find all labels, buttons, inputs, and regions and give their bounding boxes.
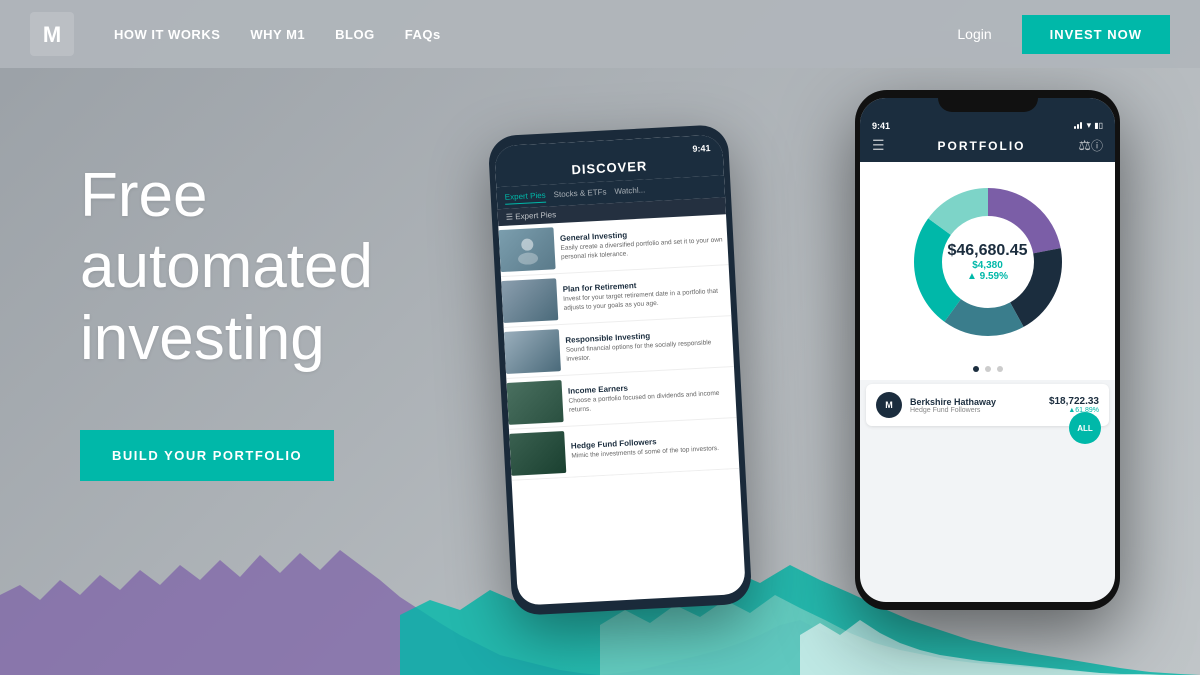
- headline-line1: Free: [80, 161, 207, 230]
- portfolio-status-icons: ▾ ▮▯: [1074, 120, 1103, 131]
- holding-subtitle: Hedge Fund Followers: [910, 407, 1041, 414]
- cta-build-portfolio-button[interactable]: BUILD YOUR PORTFOLIO: [80, 430, 334, 481]
- signal-icon: [1074, 122, 1084, 129]
- discover-item-text: Hedge Fund Followers Mimic the investmen…: [571, 434, 720, 461]
- dot-3[interactable]: [997, 366, 1003, 372]
- headline-line3: investing: [80, 304, 325, 373]
- all-button[interactable]: ALL: [1069, 412, 1101, 444]
- menu-icon[interactable]: ☰: [872, 137, 885, 154]
- nav-blog[interactable]: BLOG: [335, 27, 375, 42]
- svg-text:M: M: [43, 22, 61, 47]
- discover-tab-expert-pies[interactable]: Expert Pies: [504, 189, 546, 205]
- discover-tab-stocks-etfs[interactable]: Stocks & ETFs: [553, 185, 607, 202]
- portfolio-status-bar: 9:41 ▾ ▮▯: [872, 120, 1103, 131]
- holding-name: Berkshire Hathaway: [910, 397, 1041, 407]
- portfolio-gain: $4,380: [947, 260, 1027, 271]
- hero-headline: Free automated investing: [80, 160, 373, 374]
- balance-icon[interactable]: ⚖: [1078, 137, 1091, 154]
- holding-avatar: M: [876, 392, 902, 418]
- invest-now-button[interactable]: INVEST NOW: [1022, 15, 1170, 54]
- discover-item-text: Plan for Retirement Invest for your targ…: [562, 276, 730, 313]
- phone-portfolio: 9:41 ▾ ▮▯ ☰ PORTFOLIO ⚖ ⓘ: [855, 90, 1120, 610]
- login-button[interactable]: Login: [957, 26, 991, 42]
- phone-discover: 9:41 DISCOVER Expert Pies Stocks & ETFs …: [488, 124, 753, 616]
- portfolio-title-row: ☰ PORTFOLIO ⚖ ⓘ: [872, 137, 1103, 154]
- discover-item-text: General Investing Easily create a divers…: [560, 225, 728, 262]
- discover-item-text: Income Earners Choose a portfolio focuse…: [568, 378, 736, 415]
- portfolio-title: PORTFOLIO: [885, 139, 1079, 153]
- portfolio-time: 9:41: [872, 121, 890, 131]
- pagination-dots: [860, 362, 1115, 380]
- nav-why-m1[interactable]: WHY M1: [250, 27, 305, 42]
- wifi-icon: ▾: [1087, 120, 1092, 131]
- donut-center-values: $46,680.45 $4,380 ▲ 9.59%: [947, 242, 1027, 282]
- logo[interactable]: M: [30, 12, 74, 56]
- phone-notch: [938, 90, 1038, 112]
- phones-container: 9:41 DISCOVER Expert Pies Stocks & ETFs …: [500, 90, 1120, 650]
- nav-right: Login INVEST NOW: [957, 15, 1170, 54]
- battery-icon: ▮▯: [1094, 121, 1103, 130]
- dot-2[interactable]: [985, 366, 991, 372]
- dot-1[interactable]: [973, 366, 979, 372]
- portfolio-pct: ▲ 9.59%: [947, 271, 1027, 282]
- nav-links: HOW IT WORKS WHY M1 BLOG FAQs: [114, 27, 957, 42]
- discover-items-list: General Investing Easily create a divers…: [498, 214, 739, 481]
- headline-line2: automated: [80, 232, 373, 301]
- portfolio-value: $46,680.45: [947, 242, 1027, 260]
- discover-item-text: Responsible Investing Sound financial op…: [565, 327, 733, 364]
- discover-screen: 9:41 DISCOVER Expert Pies Stocks & ETFs …: [494, 134, 746, 605]
- donut-chart-area: $46,680.45 $4,380 ▲ 9.59%: [860, 162, 1115, 362]
- list-item[interactable]: Hedge Fund Followers Mimic the investmen…: [509, 418, 739, 481]
- info-icon[interactable]: ⓘ: [1091, 137, 1103, 154]
- nav-how-it-works[interactable]: HOW IT WORKS: [114, 27, 220, 42]
- holding-amount: $18,722.33: [1049, 396, 1099, 407]
- holding-info: Berkshire Hathaway Hedge Fund Followers: [910, 397, 1041, 414]
- holding-value: $18,722.33 ▲61.89%: [1049, 396, 1099, 414]
- nav-faqs[interactable]: FAQs: [405, 27, 441, 42]
- portfolio-screen: 9:41 ▾ ▮▯ ☰ PORTFOLIO ⚖ ⓘ: [860, 98, 1115, 602]
- discover-tab-watchlist[interactable]: Watchl...: [614, 183, 646, 199]
- navigation: M HOW IT WORKS WHY M1 BLOG FAQs Login IN…: [0, 0, 1200, 68]
